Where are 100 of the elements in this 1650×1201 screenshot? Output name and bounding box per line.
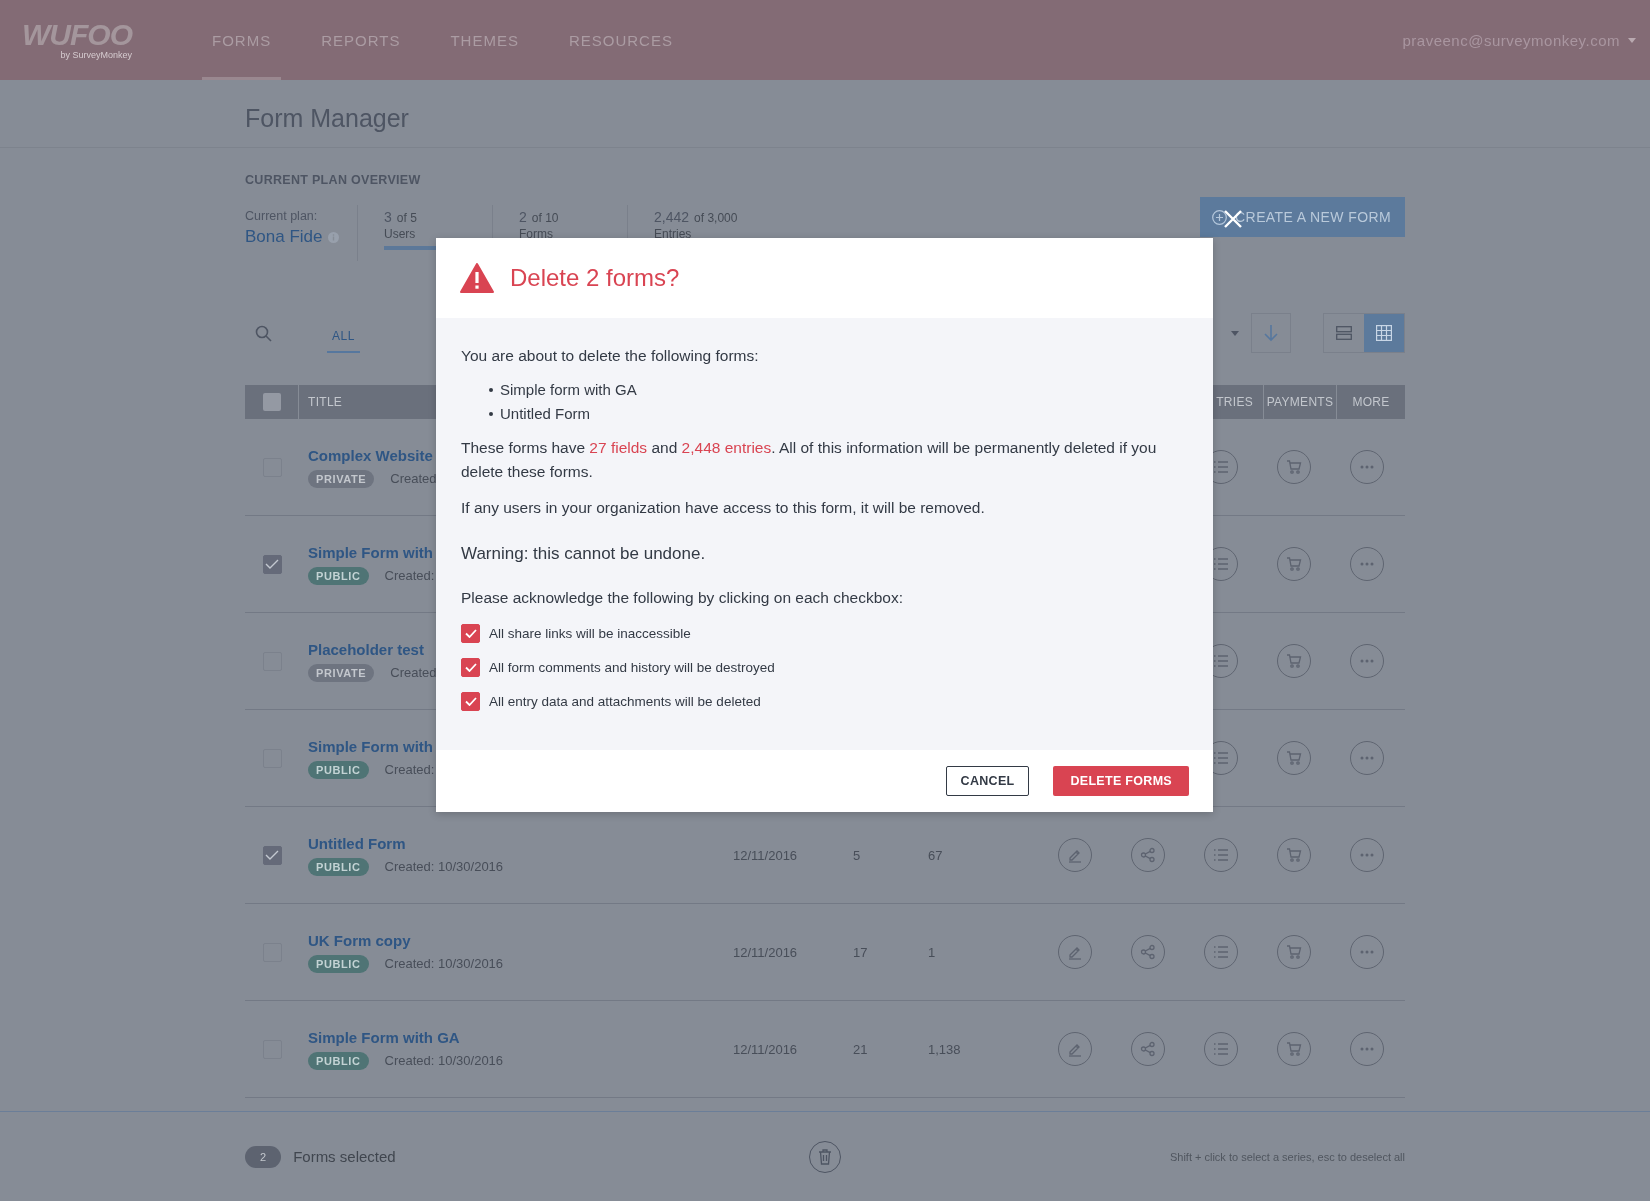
table-cell: 12/11/2016	[733, 944, 798, 960]
list-icon	[1212, 1042, 1229, 1056]
table-cell: 21	[853, 1041, 868, 1057]
list-icon	[1212, 751, 1229, 765]
list-icon	[1212, 460, 1229, 474]
stat-value: 2,442	[654, 209, 690, 225]
visibility-tag: PUBLIC	[308, 954, 369, 973]
created-date: Created: 10/30/2016	[384, 1053, 504, 1068]
created-date: Created: 10/30/2016	[384, 859, 504, 874]
column-header[interactable]: PAYMENTS	[1264, 385, 1337, 419]
table-cell: 1,138	[928, 1041, 961, 1057]
page-title: Form Manager	[0, 80, 1650, 148]
list-icon	[1212, 848, 1229, 862]
dialog-title: Delete 2 forms?	[510, 264, 680, 292]
created-date: Created	[390, 665, 437, 680]
form-name: Simple form with GA	[500, 380, 637, 400]
plan-label: Current plan:	[245, 209, 319, 223]
grid-icon	[1376, 325, 1392, 341]
acknowledge-checkbox[interactable]	[461, 657, 480, 677]
created-date: Created: 10/30/2016	[384, 956, 504, 971]
bullet-icon	[489, 412, 493, 416]
stat-limit: of 5	[396, 211, 417, 225]
table-cell: 5	[853, 847, 861, 863]
filter-tab[interactable]: ALL	[327, 317, 360, 353]
share-icon	[1139, 944, 1156, 960]
visibility-tag: PUBLIC	[308, 566, 369, 585]
view-toggle[interactable]	[1364, 314, 1404, 352]
warning-icon	[460, 263, 494, 293]
cart-icon	[1285, 944, 1302, 960]
cart-icon	[1285, 653, 1302, 669]
checkbox-label: All form comments and history will be destroyed	[489, 659, 775, 675]
visibility-tag: PUBLIC	[308, 857, 369, 876]
visibility-tag: PRIVATE	[308, 663, 375, 682]
payments-button[interactable]	[1276, 935, 1311, 969]
form-title[interactable]: UK Form copy	[308, 931, 733, 949]
more-icon	[1359, 950, 1374, 954]
cart-icon	[1285, 556, 1302, 572]
arrow-down-icon	[1264, 324, 1278, 342]
dialog-text: You are about to delete the following forms:	[461, 346, 760, 366]
cart-icon	[1285, 750, 1302, 766]
more-icon	[1359, 659, 1374, 663]
checkbox-label: All share links will be inaccessible	[489, 625, 691, 641]
table-cell: 17	[853, 944, 868, 960]
more-icon	[1359, 853, 1374, 857]
stat-label: Forms	[519, 227, 554, 241]
cart-icon	[1285, 847, 1302, 863]
visibility-tag: PUBLIC	[308, 760, 369, 779]
trash-icon	[818, 1148, 833, 1165]
list-icon	[1212, 557, 1229, 571]
sort-button[interactable]	[1251, 313, 1291, 353]
table-cell: 12/11/2016	[733, 1041, 798, 1057]
form-name: Untitled Form	[500, 404, 591, 424]
caret-icon	[1628, 37, 1636, 43]
created-date: Created:	[384, 762, 435, 777]
table-cell: 1	[928, 944, 936, 960]
more-icon	[1359, 562, 1374, 566]
check-icon	[464, 662, 477, 672]
bullet-icon	[489, 388, 493, 392]
warning-text: Warning: this cannot be undone.	[461, 544, 707, 564]
more-icon	[1359, 1047, 1374, 1051]
visibility-tag: PUBLIC	[308, 1051, 369, 1070]
acknowledge-checkbox[interactable]	[461, 623, 480, 643]
stat-value: 2	[519, 209, 527, 225]
list-icon	[1212, 654, 1229, 668]
row-checkbox[interactable]	[262, 845, 282, 865]
checkbox-label: All entry data and attachments will be deleted	[489, 693, 761, 709]
search-icon[interactable]	[255, 324, 272, 342]
dialog-text: Please acknowledge the following by clicking on each checkbox:	[461, 588, 904, 608]
logo-tagline: by SurveyMonkey	[60, 50, 132, 60]
table-cell: 67	[928, 847, 943, 863]
select-all-checkbox[interactable]	[262, 393, 281, 411]
column-header[interactable]: MORE	[1337, 385, 1405, 419]
caret-icon[interactable]	[1231, 330, 1239, 336]
form-title[interactable]: Simple Form with GA	[308, 1028, 733, 1046]
create-form-button[interactable]: CREATE A NEW FORM	[1200, 197, 1405, 237]
more-icon	[1359, 465, 1374, 469]
section-heading: CURRENT PLAN OVERVIEW	[245, 173, 422, 187]
list-icon	[1212, 945, 1229, 959]
row-checkbox[interactable]	[262, 554, 282, 574]
plan-name[interactable]: Bona Fide	[245, 227, 323, 247]
table-cell: 12/11/2016	[733, 847, 798, 863]
share-icon	[1139, 847, 1156, 863]
check-icon	[464, 628, 477, 638]
stat-label: Entries	[654, 227, 693, 241]
selection-label: Forms selected	[293, 1148, 397, 1165]
share-icon	[1139, 1041, 1156, 1057]
dialog-text: If any users in your organization have access to this form, it will be removed.	[461, 498, 986, 518]
acknowledge-checkbox[interactable]	[461, 691, 480, 711]
stat-label: Users	[384, 227, 417, 241]
stat-limit: of 3,000	[694, 211, 738, 225]
stat-value: 3	[384, 209, 392, 225]
more-icon	[1359, 756, 1374, 760]
created-date: Created	[390, 471, 437, 486]
cart-icon	[1285, 459, 1302, 475]
created-date: Created:	[384, 568, 435, 583]
form-title[interactable]: Untitled Form	[308, 834, 733, 852]
count-badge: 2	[245, 1145, 282, 1168]
check-icon	[464, 696, 477, 706]
cancel-button[interactable]: CANCEL	[945, 766, 1030, 796]
delete-forms-button[interactable]: DELETE FORMS	[1053, 766, 1189, 796]
